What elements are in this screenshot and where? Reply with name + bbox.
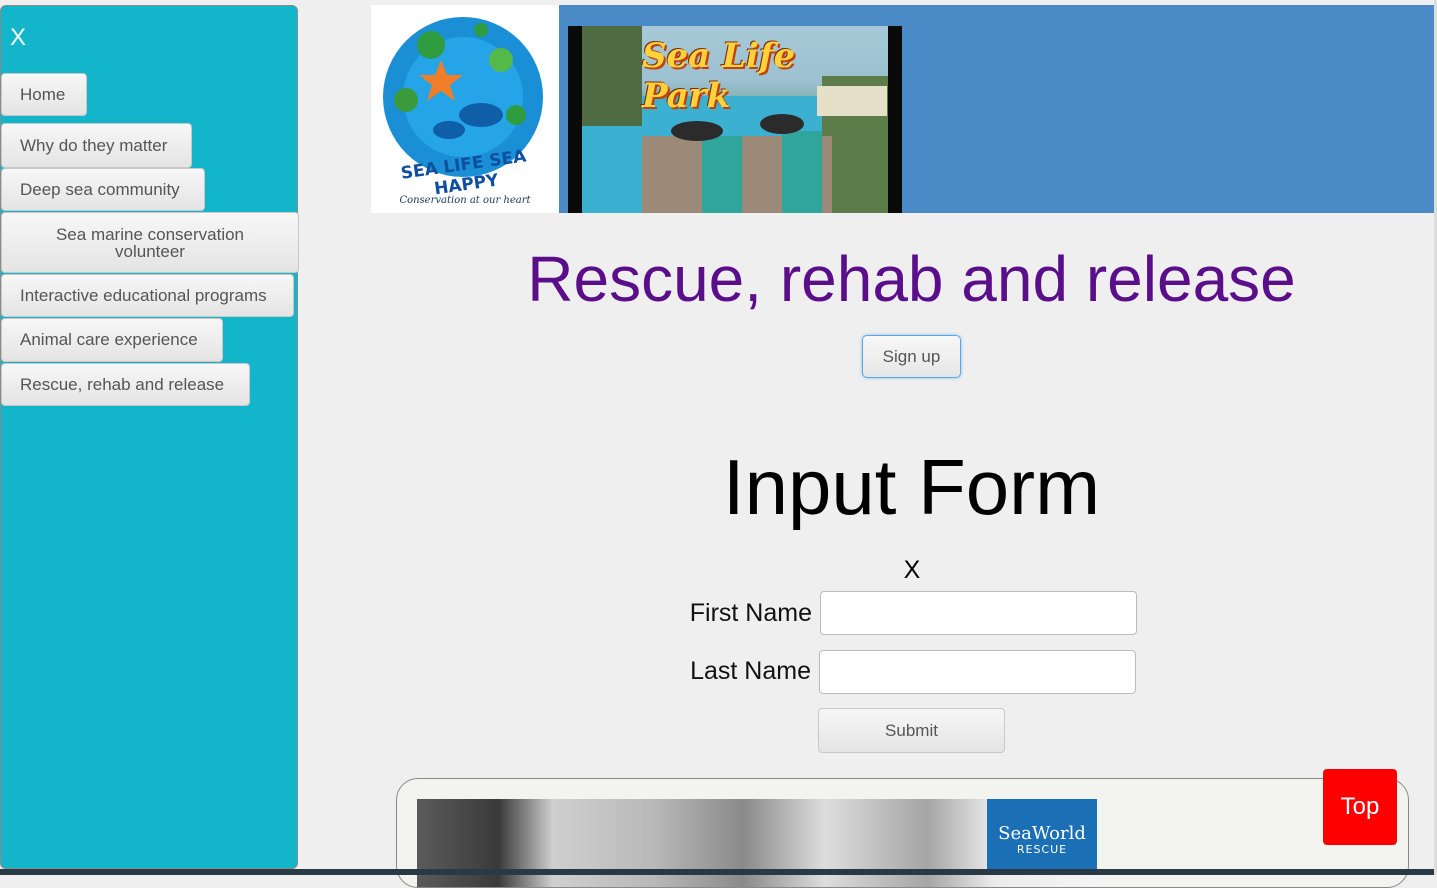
- park-photo: Sea Life Park: [582, 26, 888, 213]
- seaworld-sub: RESCUE: [1016, 843, 1068, 856]
- form-close-button[interactable]: X: [895, 556, 929, 585]
- last-name-field[interactable]: [819, 650, 1136, 694]
- form-title: Input Form: [722, 443, 1101, 531]
- sidebar: X Home Why do they matter Deep sea commu…: [0, 5, 299, 869]
- sea-life-sea-happy-logo: SEA LIFE SEA HAPPY Conservation at our h…: [371, 5, 559, 213]
- logo-tagline: Conservation at our heart: [399, 195, 531, 206]
- sidebar-item-interactive-educational-programs[interactable]: Interactive educational programs: [1, 274, 294, 317]
- sidebar-close-button[interactable]: X: [10, 26, 26, 50]
- sidebar-item-animal-care-experience[interactable]: Animal care experience: [1, 318, 223, 362]
- sidebar-item-why-do-they-matter[interactable]: Why do they matter: [1, 123, 192, 168]
- park-title: Sea Life Park: [642, 36, 796, 116]
- sidebar-item-sea-marine-conservation-volunteer[interactable]: Sea marine conservation volunteer: [1, 212, 299, 273]
- first-name-label: First Name: [689, 599, 812, 627]
- back-to-top-button[interactable]: Top: [1323, 769, 1397, 845]
- sea-life-park-image: Sea Life Park: [568, 26, 902, 213]
- first-name-field[interactable]: [820, 591, 1137, 635]
- sign-up-button[interactable]: Sign up: [862, 335, 961, 378]
- sidebar-item-home[interactable]: Home: [1, 73, 87, 116]
- page-title: Rescue, rehab and release: [527, 243, 1296, 315]
- seaworld-brand: SeaWorld: [998, 823, 1086, 844]
- last-name-label: Last Name: [690, 657, 811, 685]
- seaworld-rescue-sign: SeaWorld RESCUE: [987, 799, 1097, 869]
- submit-button[interactable]: Submit: [818, 708, 1005, 753]
- sidebar-item-deep-sea-community[interactable]: Deep sea community: [1, 168, 205, 211]
- sidebar-item-rescue-rehab-release[interactable]: Rescue, rehab and release: [1, 363, 250, 406]
- bottom-strip: [0, 869, 1437, 875]
